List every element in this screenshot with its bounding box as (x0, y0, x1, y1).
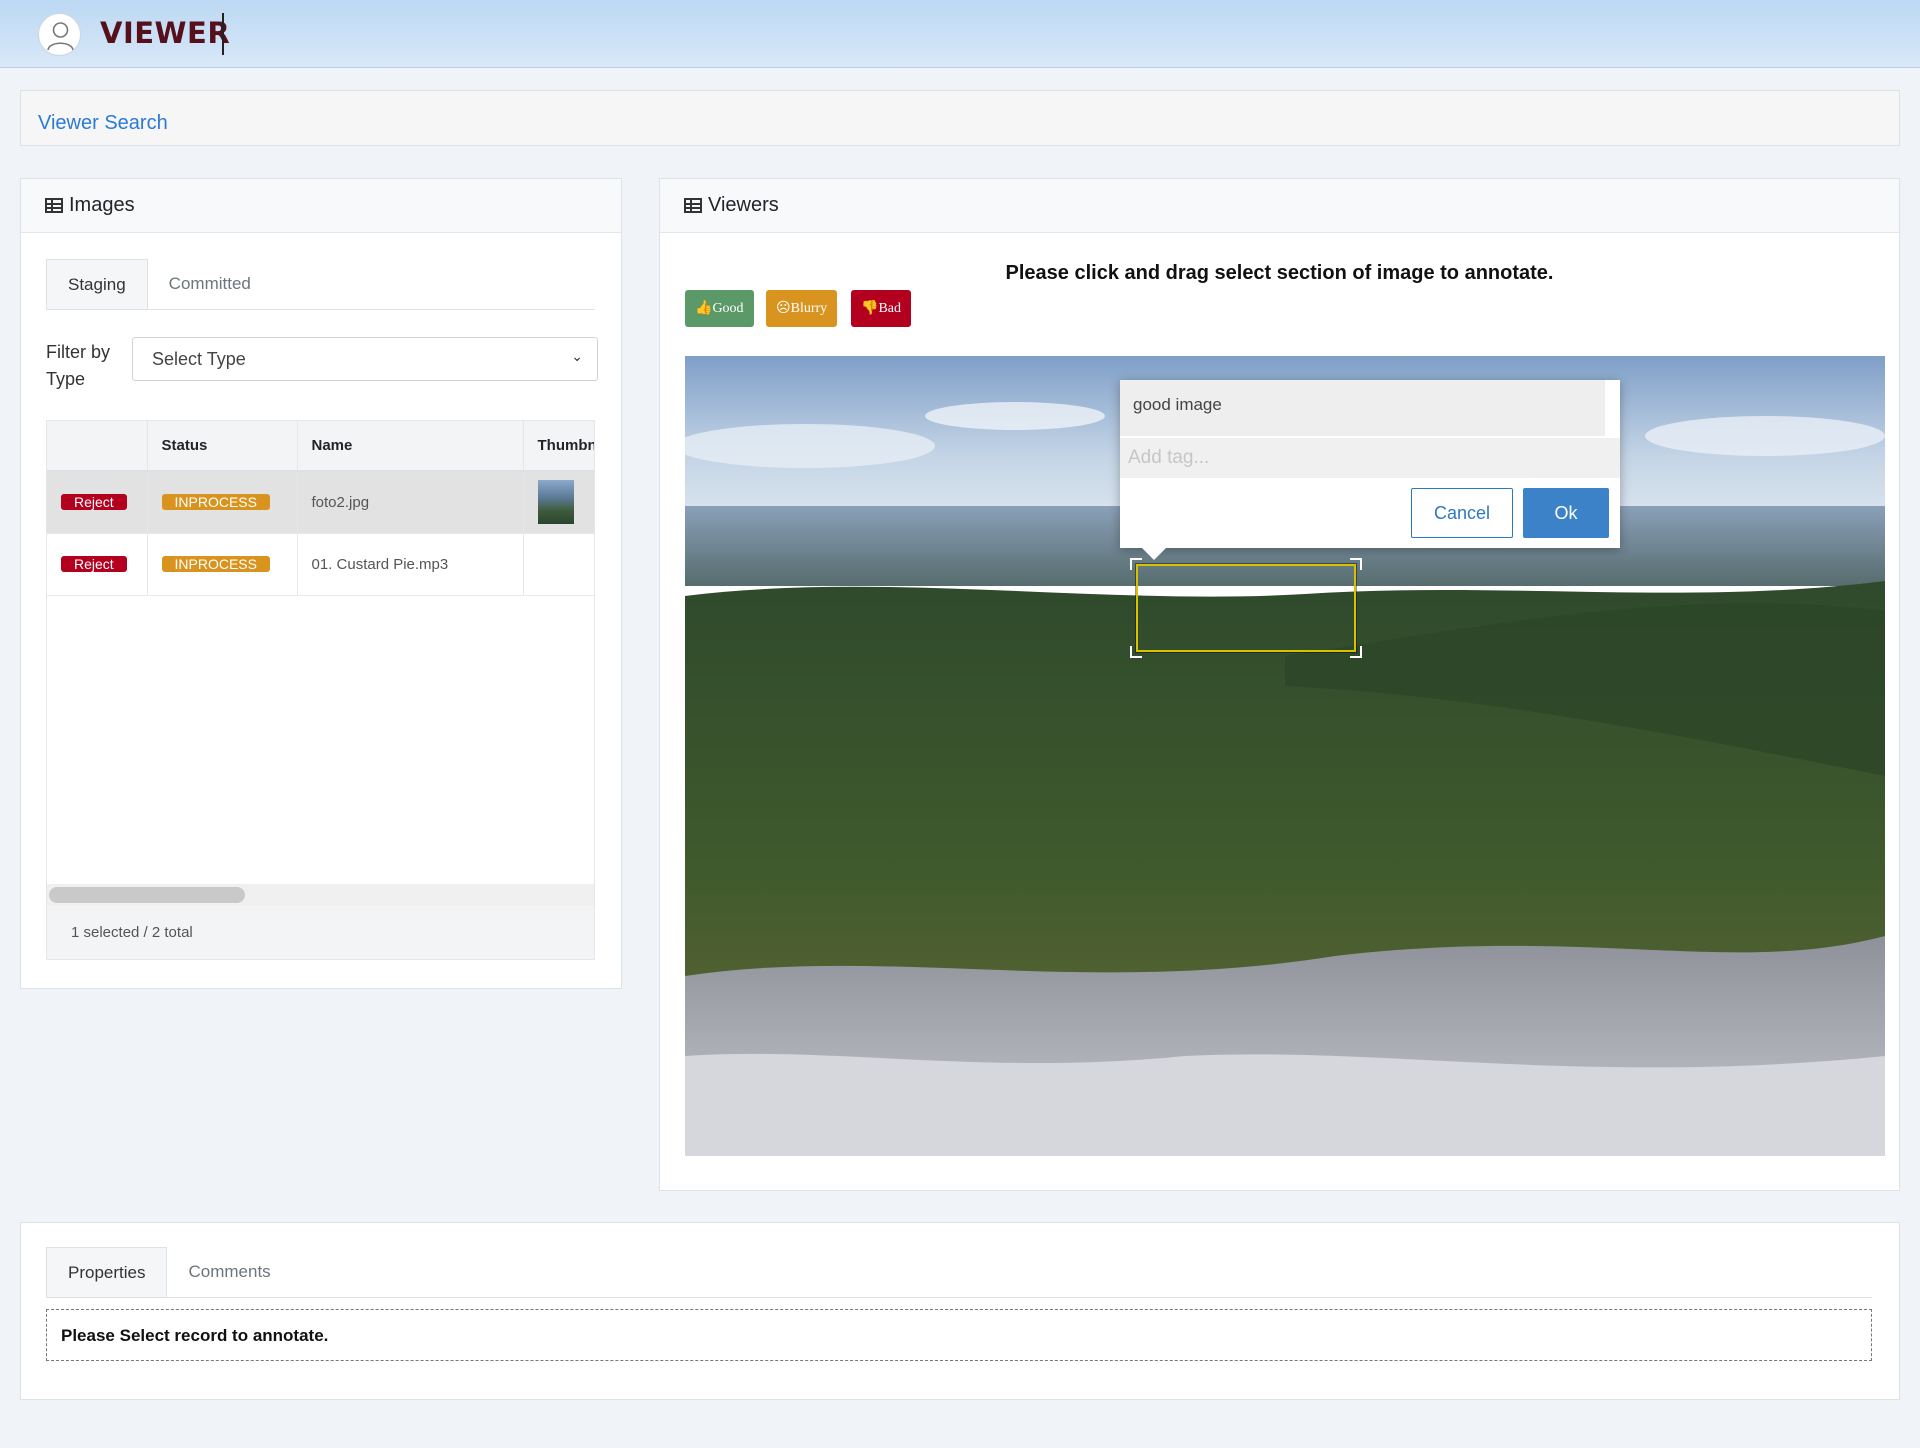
tab-properties[interactable]: Properties (46, 1247, 168, 1297)
column-header-action (47, 421, 148, 472)
column-header-thumbnail[interactable]: Thumbn (523, 421, 594, 472)
tab-comments[interactable]: Comments (167, 1247, 291, 1297)
viewer-search-link[interactable]: Viewer Search (38, 112, 168, 135)
bad-label: Bad (878, 301, 901, 316)
good-button[interactable]: 👍Good (685, 290, 754, 327)
viewers-panel-header: Viewers (660, 179, 1899, 233)
bad-button[interactable]: 👎Bad (851, 290, 911, 327)
blurry-button[interactable]: ☹Blurry (766, 290, 838, 327)
reject-button[interactable]: Reject (61, 494, 127, 511)
good-label: Good (712, 301, 744, 316)
column-header-name[interactable]: Name (297, 421, 524, 472)
scrollbar-thumb[interactable] (49, 887, 245, 903)
tab-committed[interactable]: Committed (148, 259, 272, 309)
images-panel-title: Images (69, 194, 135, 216)
thumbs-down-icon: 👎 (861, 301, 879, 316)
filter-label-line1: Filter by (46, 342, 111, 362)
horizontal-scrollbar[interactable] (47, 884, 594, 906)
resize-handle[interactable] (1350, 646, 1362, 658)
annotation-text-field[interactable]: good image (1120, 380, 1605, 436)
add-tag-input[interactable]: Add tag... (1120, 438, 1620, 478)
images-table: Status Name Thumbn Reject INPROCESS foto… (46, 420, 595, 960)
status-badge[interactable]: INPROCESS (161, 556, 270, 572)
thumbnail-cell-empty (523, 533, 594, 596)
table-grid-icon (45, 198, 63, 213)
properties-tabs: Properties Comments (46, 1247, 1872, 1298)
annotation-editor: good image Add tag... Cancel Ok (1120, 380, 1620, 548)
brand-divider (222, 13, 224, 55)
type-filter-select[interactable]: Select Type ⌄ (132, 337, 598, 381)
properties-panel: Properties Comments Please Select record… (20, 1222, 1900, 1400)
chevron-down-icon: ⌄ (571, 348, 583, 364)
ok-button[interactable]: Ok (1523, 488, 1609, 538)
file-name: foto2.jpg (297, 471, 524, 534)
images-tabs: Staging Committed (46, 259, 595, 310)
column-header-status[interactable]: Status (147, 421, 298, 472)
select-record-notice: Please Select record to annotate. (46, 1309, 1872, 1361)
annotate-instruction: Please click and drag select section of … (1005, 262, 1554, 284)
filter-label: Filter by Type (46, 339, 110, 393)
user-avatar-icon[interactable] (38, 13, 81, 56)
annotation-selection-box[interactable] (1136, 564, 1356, 652)
images-panel-header: Images (21, 179, 621, 233)
type-filter-value: Select Type (152, 349, 246, 369)
reject-button[interactable]: Reject (61, 556, 127, 572)
images-panel: Images Staging Committed Filter by Type … (20, 178, 622, 989)
viewers-panel-title: Viewers (708, 194, 779, 216)
resize-handle[interactable] (1350, 558, 1362, 570)
file-name: 01. Custard Pie.mp3 (297, 533, 524, 596)
app-brand[interactable]: VIEWER (100, 16, 230, 50)
cancel-button[interactable]: Cancel (1411, 488, 1513, 538)
table-row[interactable]: Reject INPROCESS 01. Custard Pie.mp3 (47, 533, 594, 596)
image-thumbnail[interactable] (537, 480, 574, 525)
frown-icon: ☹ (776, 301, 791, 316)
table-grid-icon (684, 198, 702, 213)
search-bar: Viewer Search (20, 90, 1900, 146)
top-navbar: VIEWER (0, 0, 1920, 68)
selection-summary: 1 selected / 2 total (47, 906, 594, 959)
status-badge[interactable]: INPROCESS (161, 494, 270, 511)
table-row[interactable]: Reject INPROCESS foto2.jpg (47, 471, 594, 534)
editor-pointer (1142, 548, 1166, 560)
thumbs-up-icon: 👍 (695, 301, 713, 316)
tab-staging[interactable]: Staging (46, 259, 148, 309)
filter-label-line2: Type (46, 369, 86, 389)
blurry-label: Blurry (790, 301, 828, 316)
resize-handle[interactable] (1130, 558, 1142, 570)
resize-handle[interactable] (1130, 646, 1142, 658)
